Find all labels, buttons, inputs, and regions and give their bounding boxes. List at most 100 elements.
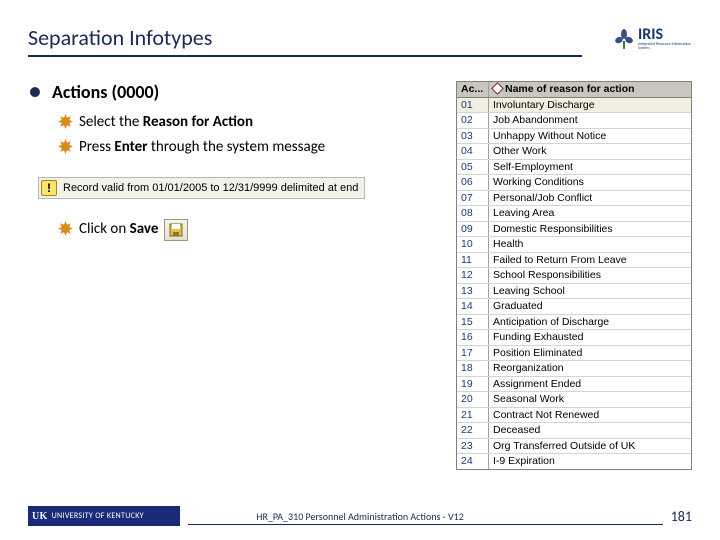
table-row[interactable]: 13Leaving School bbox=[457, 284, 691, 300]
table-row[interactable]: 11Failed to Return From Leave bbox=[457, 253, 691, 269]
table-row[interactable]: 23Org Transferred Outside of UK bbox=[457, 439, 691, 455]
row-name: I-9 Expiration bbox=[489, 454, 691, 469]
main-bullet: • Actions (0000) bbox=[28, 81, 444, 103]
row-code: 22 bbox=[457, 423, 489, 438]
uk-org-name: UNIVERSITY OF KENTUCKY bbox=[52, 511, 144, 521]
table-row[interactable]: 18Reorganization bbox=[457, 361, 691, 377]
row-name: Job Abandonment bbox=[489, 113, 691, 128]
row-name: Domestic Responsibilities bbox=[489, 222, 691, 237]
system-message-box: ! Record valid from 01/01/2005 to 12/31/… bbox=[38, 177, 365, 199]
table-row[interactable]: 19Assignment Ended bbox=[457, 377, 691, 393]
row-code: 04 bbox=[457, 144, 489, 159]
row-code: 12 bbox=[457, 268, 489, 283]
row-name: School Responsibilities bbox=[489, 268, 691, 283]
row-code: 14 bbox=[457, 299, 489, 314]
row-code: 08 bbox=[457, 206, 489, 221]
row-name: Contract Not Renewed bbox=[489, 408, 691, 423]
logo-sub: Integrated Resource Information System bbox=[638, 43, 692, 51]
sub-a-pre: Select the bbox=[79, 113, 143, 131]
row-name: Seasonal Work bbox=[489, 392, 691, 407]
bullet-heading: Actions bbox=[52, 81, 108, 103]
sub-c-pre: Click on bbox=[79, 220, 130, 238]
table-row[interactable]: 14Graduated bbox=[457, 299, 691, 315]
table-row[interactable]: 15Anticipation of Discharge bbox=[457, 315, 691, 331]
row-name: Org Transferred Outside of UK bbox=[489, 439, 691, 454]
table-row[interactable]: 08Leaving Area bbox=[457, 206, 691, 222]
table-row[interactable]: 04Other Work bbox=[457, 144, 691, 160]
sun-bullet-icon bbox=[58, 114, 73, 134]
table-header: Ac... Name of reason for action bbox=[457, 82, 691, 98]
col-name: Name of reason for action bbox=[489, 82, 691, 97]
save-toolbar-button[interactable] bbox=[164, 219, 188, 241]
table-row[interactable]: 17Position Eliminated bbox=[457, 346, 691, 362]
row-name: Anticipation of Discharge bbox=[489, 315, 691, 330]
page-number: 181 bbox=[671, 508, 692, 525]
row-name: Graduated bbox=[489, 299, 691, 314]
iris-logo: IRIS Integrated Resource Information Sys… bbox=[612, 20, 692, 58]
reason-table[interactable]: Ac... Name of reason for action 01Involu… bbox=[456, 81, 692, 470]
row-code: 05 bbox=[457, 160, 489, 175]
row-name: Leaving Area bbox=[489, 206, 691, 221]
row-code: 10 bbox=[457, 237, 489, 252]
sub-a-bold: Reason for Action bbox=[143, 113, 253, 131]
row-name: Unhappy Without Notice bbox=[489, 129, 691, 144]
uk-badge: UK bbox=[32, 511, 48, 522]
sub-b-pre: Press bbox=[79, 138, 114, 156]
sub-c-bold: Save bbox=[130, 220, 159, 238]
table-row[interactable]: 16Funding Exhausted bbox=[457, 330, 691, 346]
row-code: 18 bbox=[457, 361, 489, 376]
row-name: Failed to Return From Leave bbox=[489, 253, 691, 268]
logo-text: IRIS bbox=[638, 27, 692, 43]
row-code: 24 bbox=[457, 454, 489, 469]
table-row[interactable]: 02Job Abandonment bbox=[457, 113, 691, 129]
table-row[interactable]: 05Self-Employment bbox=[457, 160, 691, 176]
warning-icon: ! bbox=[41, 180, 57, 196]
row-name: Health bbox=[489, 237, 691, 252]
slide-footer: UK UNIVERSITY OF KENTUCKY HR_PA_310 Pers… bbox=[0, 506, 720, 526]
table-row[interactable]: 07Personal/Job Conflict bbox=[457, 191, 691, 207]
table-row[interactable]: 10Health bbox=[457, 237, 691, 253]
table-row[interactable]: 03Unhappy Without Notice bbox=[457, 129, 691, 145]
row-code: 15 bbox=[457, 315, 489, 330]
row-name: Self-Employment bbox=[489, 160, 691, 175]
table-row[interactable]: 24I-9 Expiration bbox=[457, 454, 691, 469]
table-row[interactable]: 09Domestic Responsibilities bbox=[457, 222, 691, 238]
table-row[interactable]: 22Deceased bbox=[457, 423, 691, 439]
row-name: Working Conditions bbox=[489, 175, 691, 190]
row-code: 20 bbox=[457, 392, 489, 407]
table-row[interactable]: 12School Responsibilities bbox=[457, 268, 691, 284]
sub-b-post: through the system message bbox=[148, 138, 326, 156]
table-row[interactable]: 21Contract Not Renewed bbox=[457, 408, 691, 424]
table-row[interactable]: 20Seasonal Work bbox=[457, 392, 691, 408]
sub-item-save: Click on Save bbox=[58, 219, 444, 241]
row-code: 06 bbox=[457, 175, 489, 190]
row-code: 19 bbox=[457, 377, 489, 392]
row-name: Funding Exhausted bbox=[489, 330, 691, 345]
slide-title: Separation Infotypes bbox=[28, 24, 582, 57]
row-code: 03 bbox=[457, 129, 489, 144]
table-row[interactable]: 01Involuntary Discharge bbox=[457, 98, 691, 114]
sub-item-select-reason: Select the Reason for Action bbox=[58, 113, 444, 134]
row-name: Leaving School bbox=[489, 284, 691, 299]
row-code: 11 bbox=[457, 253, 489, 268]
row-code: 21 bbox=[457, 408, 489, 423]
row-name: Assignment Ended bbox=[489, 377, 691, 392]
row-code: 09 bbox=[457, 222, 489, 237]
row-code: 02 bbox=[457, 113, 489, 128]
row-name: Deceased bbox=[489, 423, 691, 438]
row-code: 16 bbox=[457, 330, 489, 345]
footer-doc-name: HR_PA_310 Personnel Administration Actio… bbox=[250, 510, 470, 523]
col-code: Ac... bbox=[457, 82, 489, 97]
row-code: 07 bbox=[457, 191, 489, 206]
row-code: 13 bbox=[457, 284, 489, 299]
sun-bullet-icon bbox=[58, 221, 73, 241]
row-code: 17 bbox=[457, 346, 489, 361]
bullet-dot-icon: • bbox=[28, 81, 42, 101]
table-row[interactable]: 06Working Conditions bbox=[457, 175, 691, 191]
row-code: 01 bbox=[457, 98, 489, 113]
bullet-code: (0000) bbox=[112, 81, 160, 103]
sub-b-bold: Enter bbox=[114, 138, 147, 156]
sub-item-press-enter: Press Enter through the system message bbox=[58, 138, 444, 159]
row-name: Reorganization bbox=[489, 361, 691, 376]
row-name: Other Work bbox=[489, 144, 691, 159]
